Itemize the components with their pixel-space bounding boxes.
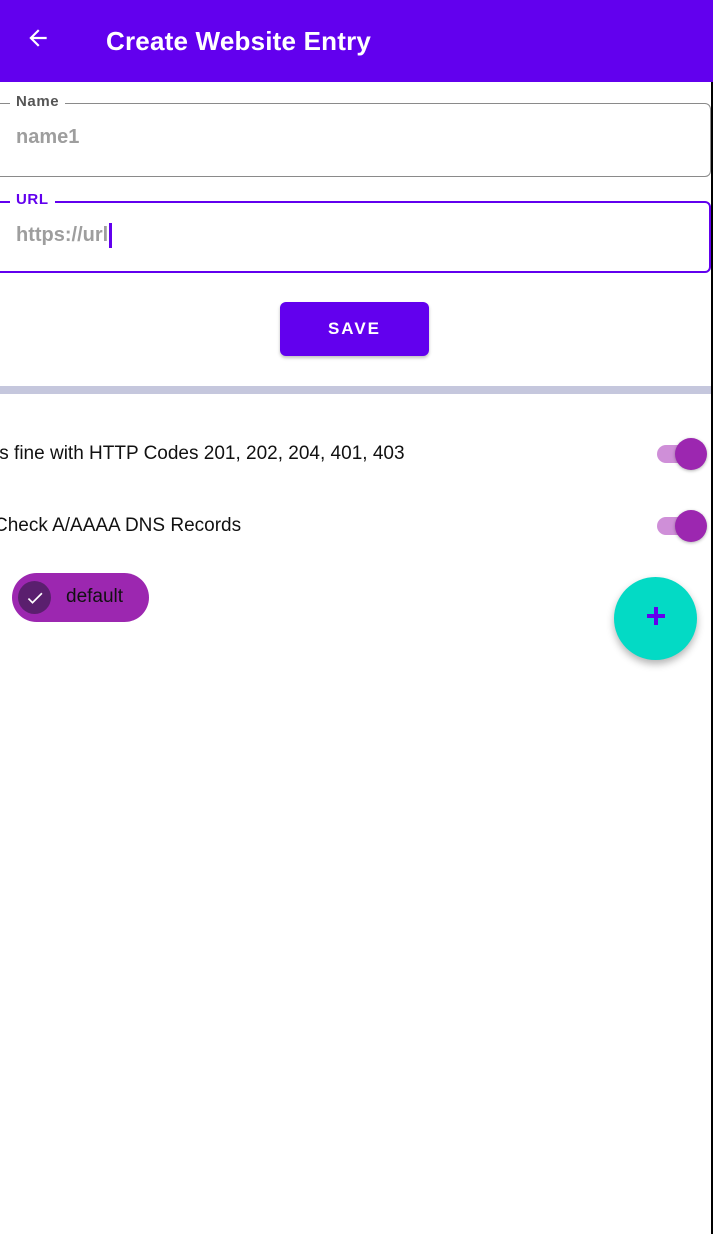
check-icon (18, 581, 51, 614)
app-bar: Create Website Entry (0, 0, 713, 82)
page-title: Create Website Entry (106, 26, 372, 56)
chip-default[interactable]: default (12, 573, 149, 622)
toggle-thumb (675, 438, 707, 470)
setting-row-http-codes: Is fine with HTTP Codes 201, 202, 204, 4… (0, 434, 713, 474)
back-button[interactable] (18, 20, 58, 60)
name-field-text: name1 (16, 126, 80, 148)
name-field-value[interactable]: name1 (16, 123, 79, 151)
url-field-text: https://url (16, 224, 109, 246)
url-field-label: URL (10, 190, 55, 210)
section-divider (0, 386, 713, 394)
arrow-left-icon (25, 25, 51, 56)
http-codes-toggle[interactable] (655, 434, 707, 474)
create-website-entry-screen: Create Website Entry Name name1 URL http… (0, 0, 713, 1234)
name-field-outline (0, 103, 711, 177)
setting-label-http-codes: Is fine with HTTP Codes 201, 202, 204, 4… (0, 443, 405, 464)
url-field[interactable]: URL https://url (0, 190, 711, 273)
add-button[interactable] (614, 577, 697, 660)
name-field-label: Name (10, 92, 66, 112)
dns-records-toggle[interactable] (655, 506, 707, 546)
chip-label: default (66, 586, 124, 607)
setting-label-dns-records: Check A/AAAA DNS Records (0, 515, 242, 536)
setting-row-dns-records: Check A/AAAA DNS Records (0, 506, 713, 546)
text-cursor (109, 222, 113, 248)
url-field-value[interactable]: https://url (16, 221, 113, 249)
plus-icon (644, 604, 668, 633)
name-field[interactable]: Name name1 (0, 92, 711, 177)
save-button[interactable]: SAVE (280, 302, 429, 356)
toggle-thumb (675, 510, 707, 542)
